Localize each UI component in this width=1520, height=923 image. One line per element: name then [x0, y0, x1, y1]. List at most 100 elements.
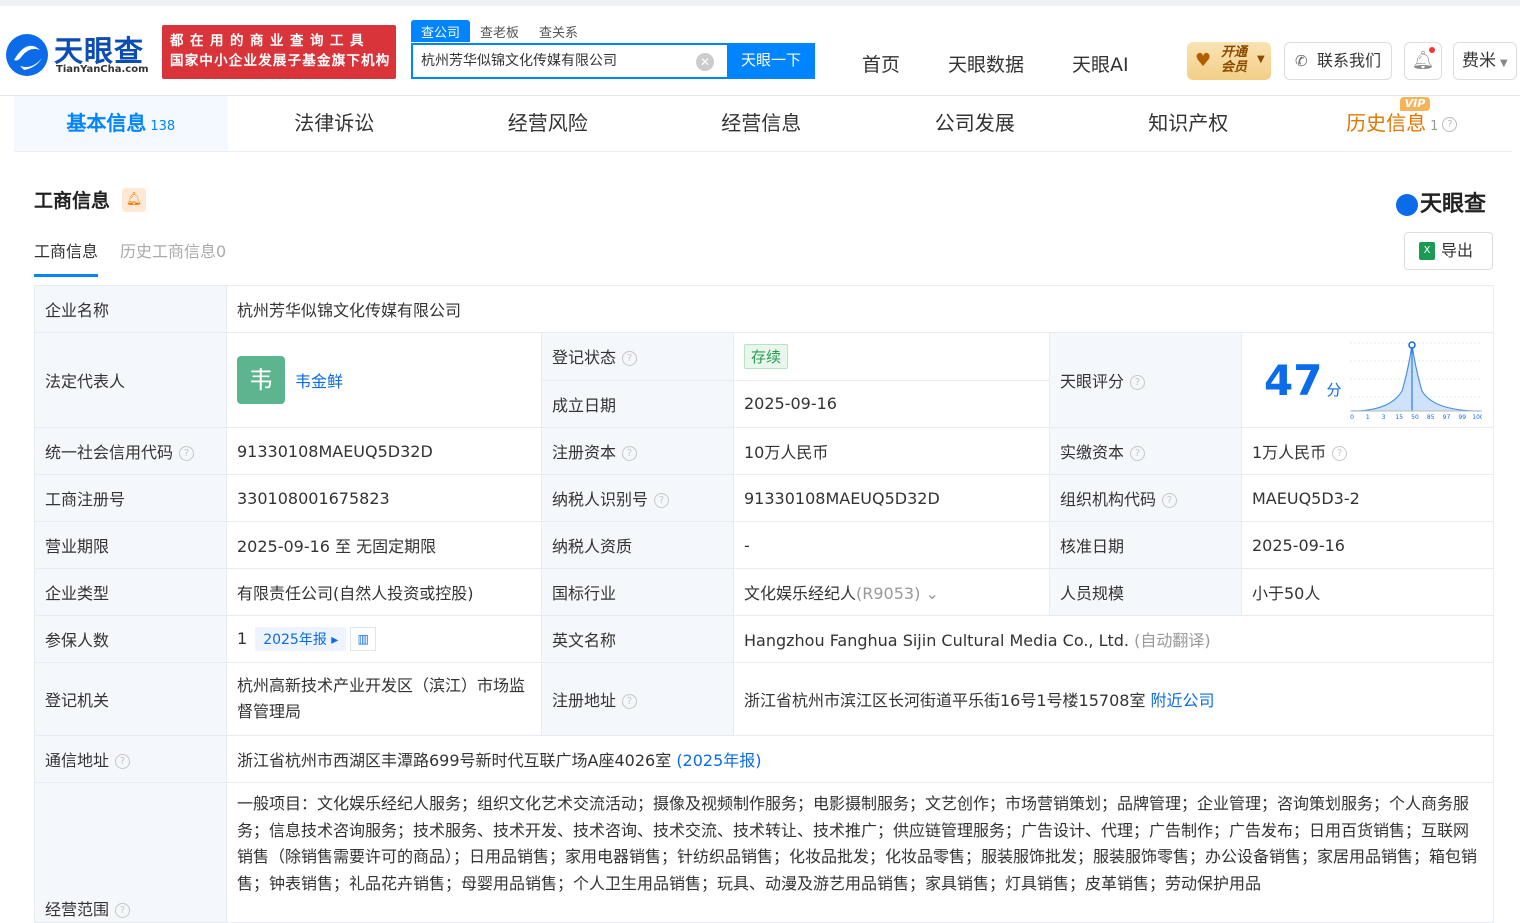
- top-nav: 首页 天眼数据 天眼AI: [862, 50, 1177, 77]
- label-text: 通信地址: [45, 751, 110, 770]
- tab-label: 法律诉讼: [294, 111, 375, 135]
- help-icon[interactable]: ?: [622, 351, 638, 367]
- auto-translate-note: (自动翻译): [1134, 631, 1211, 650]
- table-row: 统一社会信用代码? 91330108MAEUQ5D32D 注册资本? 10万人民…: [34, 427, 1495, 475]
- mail-addr-label: 通信地址?: [34, 735, 227, 783]
- legal-rep-link[interactable]: 韦金鲜: [295, 372, 343, 391]
- search-button[interactable]: 天眼一下: [727, 43, 815, 79]
- avatar[interactable]: 韦: [237, 356, 285, 404]
- score-tick-label: 3: [1382, 414, 1386, 421]
- search-input[interactable]: [421, 52, 691, 68]
- tax-id: 91330108MAEUQ5D32D: [733, 474, 1050, 522]
- bell-icon[interactable]: 🔔︎: [122, 188, 146, 212]
- tab-operation[interactable]: 经营信息: [655, 96, 869, 151]
- score-tick-label: 97: [1443, 414, 1451, 421]
- org-code-label: 组织机构代码?: [1049, 474, 1242, 522]
- score-tick-label: 15: [1395, 414, 1403, 421]
- vip-badge: VIP: [1400, 97, 1430, 111]
- help-icon[interactable]: ?: [1130, 375, 1146, 390]
- authority: 杭州高新技术产业开发区（滨江）市场监督管理局: [226, 662, 542, 736]
- vip-line2: 会员: [1221, 60, 1248, 75]
- help-icon[interactable]: ?: [1130, 446, 1146, 461]
- annual-report-link[interactable]: 2025年报 ▸: [255, 626, 347, 651]
- table-row: 工商注册号 330108001675823 纳税人识别号? 91330108MA…: [34, 474, 1495, 522]
- legal-rep-cell: 韦韦金鲜: [226, 332, 542, 428]
- tab-basic-info[interactable]: 基本信息 138: [14, 96, 228, 151]
- tab-label: 经营信息: [721, 111, 802, 135]
- score-tick-label: 0: [1350, 414, 1354, 421]
- table-row: 法定代表人 韦韦金鲜 登记状态? 存续 天眼评分? 47 分 0 1 3 15 5: [34, 332, 1495, 428]
- score-tick-label: 50: [1411, 414, 1419, 421]
- industry-label: 国标行业: [541, 568, 734, 616]
- paid-capital-cell: 1万人民币?: [1240, 427, 1495, 475]
- user-menu[interactable]: 费米 ▼: [1453, 42, 1517, 80]
- reg-capital: 10万人民币: [733, 427, 1050, 475]
- paid-capital: 1万人民币: [1252, 443, 1327, 462]
- section-title: 工商信息: [34, 190, 111, 212]
- tab-legal[interactable]: 法律诉讼: [228, 96, 442, 151]
- help-icon[interactable]: ?: [179, 446, 195, 461]
- tab-count: 1: [1430, 119, 1439, 134]
- table-row: 企业类型 有限责任公司(自然人投资或控股) 国标行业 文化娱乐经纪人(R9053…: [34, 568, 1495, 616]
- insured-count: 1: [237, 628, 248, 648]
- nearby-companies-link[interactable]: 附近公司: [1151, 691, 1215, 710]
- tab-label: 知识产权: [1148, 111, 1229, 135]
- status-badge: 存续: [744, 343, 789, 369]
- score-tick-label: 100: [1472, 414, 1482, 421]
- table-row: 参保人数 1 2025年报 ▸ ▥ 英文名称 Hangzhou Fanghua Si…: [34, 615, 1495, 663]
- promo-banner[interactable]: 都在用的商业查询工具 国家中小企业发展子基金旗下机构: [162, 25, 396, 79]
- search-tab-boss[interactable]: 查老板: [470, 20, 529, 42]
- score-tick-label: 99: [1458, 414, 1466, 421]
- tab-development[interactable]: 公司发展: [868, 96, 1082, 151]
- score-cell[interactable]: 47 分 0 1 3 15 50 85 97 99 100: [1240, 332, 1495, 428]
- score-marker: [1408, 341, 1416, 349]
- nav-data[interactable]: 天眼数据: [948, 50, 1024, 77]
- industry-code: (R9053): [856, 584, 921, 603]
- subtab-business-info[interactable]: 工商信息: [34, 238, 99, 277]
- tax-qual: -: [733, 521, 1050, 569]
- tianyancha-logo[interactable]: 天眼查 TianYanCha.com: [4, 26, 156, 80]
- credit-code-label: 统一社会信用代码?: [34, 427, 227, 475]
- help-icon[interactable]: ?: [115, 903, 131, 918]
- table-row: 营业期限 2025-09-16 至 无固定期限 纳税人资质 - 核准日期 202…: [34, 521, 1495, 569]
- contact-us-button[interactable]: ✆ 联系我们: [1284, 42, 1392, 80]
- help-icon[interactable]: ?: [622, 446, 638, 461]
- insured-cell: 1 2025年报 ▸ ▥: [226, 615, 542, 663]
- subtab-history-business-info[interactable]: 历史工商信息0: [120, 238, 226, 277]
- term: 2025-09-16 至 无固定期限: [226, 521, 542, 569]
- search-tab-company[interactable]: 查公司: [411, 20, 471, 42]
- open-vip-button[interactable]: ♥ 开通 会员 ▼: [1187, 42, 1271, 80]
- clear-icon[interactable]: ✕: [696, 53, 714, 71]
- banner-line2: 国家中小企业发展子基金旗下机构: [170, 53, 391, 69]
- company-name-label: 企业名称: [34, 285, 227, 333]
- notification-button[interactable]: 🔔︎: [1404, 42, 1442, 80]
- business-info-panel: 工商信息 🔔︎ 天眼查 工商信息 历史工商信息0 X 导出 企业名称 杭州芳华似…: [14, 152, 1512, 923]
- help-icon[interactable]: ?: [115, 754, 131, 769]
- export-button[interactable]: X 导出: [1404, 232, 1493, 270]
- en-name: Hangzhou Fanghua Sijin Cultural Media Co…: [744, 631, 1130, 650]
- tab-risk[interactable]: 经营风险: [441, 96, 655, 151]
- help-icon[interactable]: ?: [1162, 493, 1178, 508]
- help-icon[interactable]: ?: [654, 493, 670, 508]
- tab-ip[interactable]: 知识产权: [1082, 96, 1296, 151]
- search-tab-relation[interactable]: 查关系: [529, 20, 588, 42]
- help-icon[interactable]: ?: [1442, 117, 1458, 132]
- industry-cell[interactable]: 文化娱乐经纪人(R9053) ⌄: [733, 568, 1050, 616]
- help-icon[interactable]: ?: [1332, 446, 1348, 461]
- approve-date: 2025-09-16: [1240, 521, 1495, 569]
- score-label: 天眼评分?: [1049, 332, 1242, 428]
- top-header: 天眼查 TianYanCha.com 都在用的商业查询工具 国家中小企业发展子基…: [0, 0, 1520, 96]
- tax-id-label: 纳税人识别号?: [541, 474, 734, 522]
- label-text: 登记状态: [552, 348, 617, 368]
- chart-icon[interactable]: ▥: [350, 627, 377, 652]
- nav-ai[interactable]: 天眼AI: [1072, 50, 1129, 77]
- user-name: 费米: [1462, 51, 1496, 71]
- chevron-down-icon: ⌄: [925, 584, 939, 603]
- staff-label: 人员规模: [1049, 568, 1242, 616]
- help-icon[interactable]: ?: [622, 694, 638, 709]
- mail-addr: 浙江省杭州市西湖区丰潭路699号新时代互联广场A座4026室: [237, 751, 672, 770]
- annual-report-link[interactable]: (2025年报): [676, 751, 761, 770]
- en-name-cell: Hangzhou Fanghua Sijin Cultural Media Co…: [732, 615, 1495, 663]
- nav-home[interactable]: 首页: [862, 50, 900, 77]
- vip-heart-icon: ♥: [1195, 50, 1212, 71]
